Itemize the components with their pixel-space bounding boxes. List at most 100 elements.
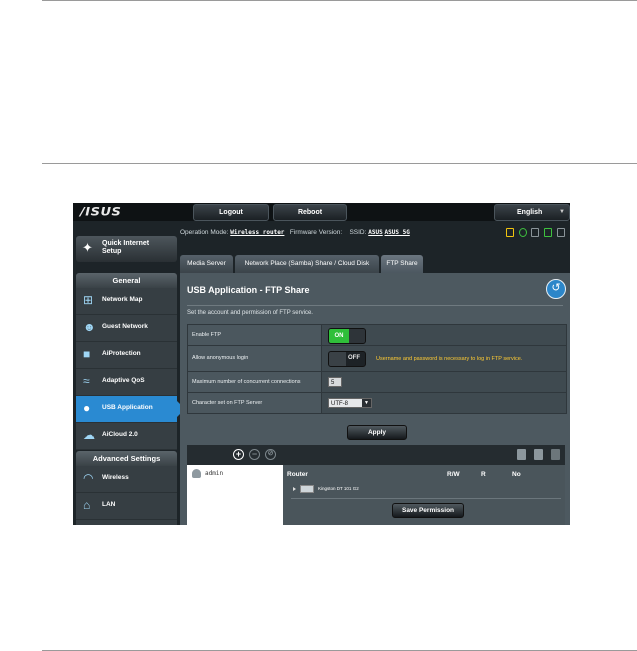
enable-ftp-label: Enable FTP [188, 325, 322, 345]
account-list: admin [187, 465, 283, 525]
wifi-icon: ◠ [83, 471, 94, 485]
permission-divider [291, 498, 561, 499]
router-screenshot: /ISUS Logout Reboot English ▼ Operation … [73, 203, 570, 525]
copy-icon[interactable] [531, 228, 540, 237]
r-header: R [481, 471, 486, 478]
sidebar-item-more[interactable] [76, 520, 177, 525]
max-connections-input[interactable]: 5 [328, 377, 342, 387]
router-header: Router [287, 471, 308, 478]
status-bar: Operation Mode: Wireless router Firmware… [180, 223, 570, 243]
sidebar-item-label: Adaptive QoS [102, 377, 145, 384]
drive-name: Kingston DT 101 G2 [318, 486, 359, 492]
remove-account-icon[interactable]: − [249, 449, 260, 460]
wand-icon: ✦ [82, 240, 93, 255]
general-header: General [76, 273, 177, 288]
language-select[interactable]: English ▼ [494, 204, 570, 221]
qis-label: Quick Internet Setup [102, 240, 150, 255]
save-permission-button[interactable]: Save Permission [392, 503, 464, 518]
title-divider [187, 305, 563, 306]
status-icons [503, 228, 565, 238]
anonymous-login-row: Allow anonymous login OFF Username and p… [188, 346, 566, 372]
max-connections-label: Maximum number of concurrent connections [188, 372, 322, 392]
anonymous-login-toggle[interactable]: OFF [328, 351, 366, 367]
toggle-off-label: OFF [348, 355, 360, 361]
user-avatar-icon [192, 469, 201, 478]
reboot-button[interactable]: Reboot [273, 204, 347, 221]
quick-internet-setup-button[interactable]: ✦ Quick Internet Setup [76, 236, 177, 262]
account-name: admin [205, 470, 224, 477]
rw-header: R/W [447, 471, 460, 478]
drive-icon [300, 485, 314, 493]
rename-folder-icon[interactable] [551, 449, 560, 460]
page-title: USB Application - FTP Share [187, 285, 310, 295]
ssid-link-1[interactable]: ASUS [368, 229, 382, 236]
firmware-label: Firmware Version: [289, 229, 343, 236]
usb-icon[interactable] [544, 228, 553, 237]
enable-ftp-row: Enable FTP ON [188, 325, 566, 346]
chevron-down-icon: ▼ [559, 209, 565, 215]
sidebar-item-label: LAN [102, 501, 116, 508]
users-icon: ☻ [83, 320, 96, 334]
apply-button[interactable]: Apply [347, 425, 407, 440]
advanced-menu: ◠ Wireless ⌂ LAN [76, 466, 177, 525]
account-toolbar: + − ⊘ [187, 445, 565, 465]
top-bar: /ISUS Logout Reboot English ▼ [73, 203, 570, 221]
cloud-icon: ☁ [83, 428, 95, 442]
ssid-label: SSID: [349, 229, 367, 236]
charset-label: Character set on FTP Server [188, 393, 322, 413]
drive-row[interactable]: Kingston DT 101 G2 [293, 485, 359, 493]
qos-icon: ≈ [83, 374, 90, 388]
back-icon[interactable]: ↺ [546, 279, 566, 299]
ssid-link-2[interactable]: ASUS_5G [385, 229, 410, 236]
delete-folder-icon[interactable] [534, 449, 543, 460]
charset-row: Character set on FTP Server UTF-8 ▼ [188, 393, 566, 413]
toggle-knob [329, 352, 346, 366]
user-icon[interactable] [518, 228, 527, 237]
sidebar-item-network-map[interactable]: ⊞ Network Map [76, 288, 177, 315]
expand-icon[interactable] [293, 487, 296, 491]
sidebar-item-adaptive-qos[interactable]: ≈ Adaptive QoS [76, 369, 177, 396]
sidebar-item-usb-application[interactable]: ● USB Application [76, 396, 185, 423]
enable-ftp-toggle[interactable]: ON [328, 328, 366, 344]
anonymous-login-label: Allow anonymous login [188, 346, 322, 371]
charset-value: UTF-8 [331, 401, 348, 407]
key-icon[interactable] [505, 228, 514, 237]
charset-select[interactable]: UTF-8 ▼ [328, 398, 372, 408]
max-connections-row: Maximum number of concurrent connections… [188, 372, 566, 393]
toggle-knob [349, 329, 365, 343]
anonymous-login-cell: OFF Username and password is necessary t… [322, 346, 566, 371]
sidebar-item-label: AiCloud 2.0 [102, 431, 138, 438]
add-account-icon[interactable]: + [233, 449, 244, 460]
content-panel: USB Application - FTP Share ↺ Set the ac… [180, 273, 570, 525]
tab-samba-share[interactable]: Network Place (Samba) Share / Cloud Disk [235, 255, 379, 273]
home-icon: ⌂ [83, 498, 91, 512]
sidebar-item-label: Network Map [102, 296, 143, 303]
add-folder-icon[interactable] [517, 449, 526, 460]
sidebar-item-label: Wireless [102, 474, 129, 481]
permission-table: Router R/W R No Kingston DT 101 G2 Save … [287, 465, 565, 525]
settings-table: Enable FTP ON Allow anonymous login OFF … [187, 324, 567, 414]
sidebar-item-aicloud[interactable]: ☁ AiCloud 2.0 [76, 423, 177, 450]
max-connections-cell: 5 [322, 372, 566, 392]
lock-icon: ■ [83, 347, 91, 361]
globe-icon: ● [83, 401, 91, 415]
list-item[interactable]: admin [192, 469, 223, 478]
page-description: Set the account and permission of FTP se… [187, 310, 313, 316]
sidebar-item-wireless[interactable]: ◠ Wireless [76, 466, 177, 493]
sidebar-item-aiprotection[interactable]: ■ AiProtection [76, 342, 177, 369]
network-icon: ⊞ [83, 293, 94, 307]
printer-icon[interactable] [557, 228, 565, 237]
top-rule [42, 0, 637, 1]
enable-ftp-cell: ON [322, 325, 566, 345]
sidebar-item-guest-network[interactable]: ☻ Guest Network [76, 315, 177, 342]
middle-rule [42, 163, 637, 164]
tab-media-server[interactable]: Media Server [180, 255, 233, 273]
asus-logo: /ISUS [80, 206, 122, 219]
tab-ftp-share[interactable]: FTP Share [381, 255, 423, 273]
chevron-down-icon: ▼ [362, 399, 371, 407]
account-permission-panel: + − ⊘ admin Router R/W R No Kingston DT … [187, 445, 565, 525]
edit-account-icon[interactable]: ⊘ [265, 449, 276, 460]
logout-button[interactable]: Logout [193, 204, 269, 221]
sidebar-item-lan[interactable]: ⌂ LAN [76, 493, 177, 520]
op-mode-link[interactable]: Wireless router [230, 229, 284, 236]
